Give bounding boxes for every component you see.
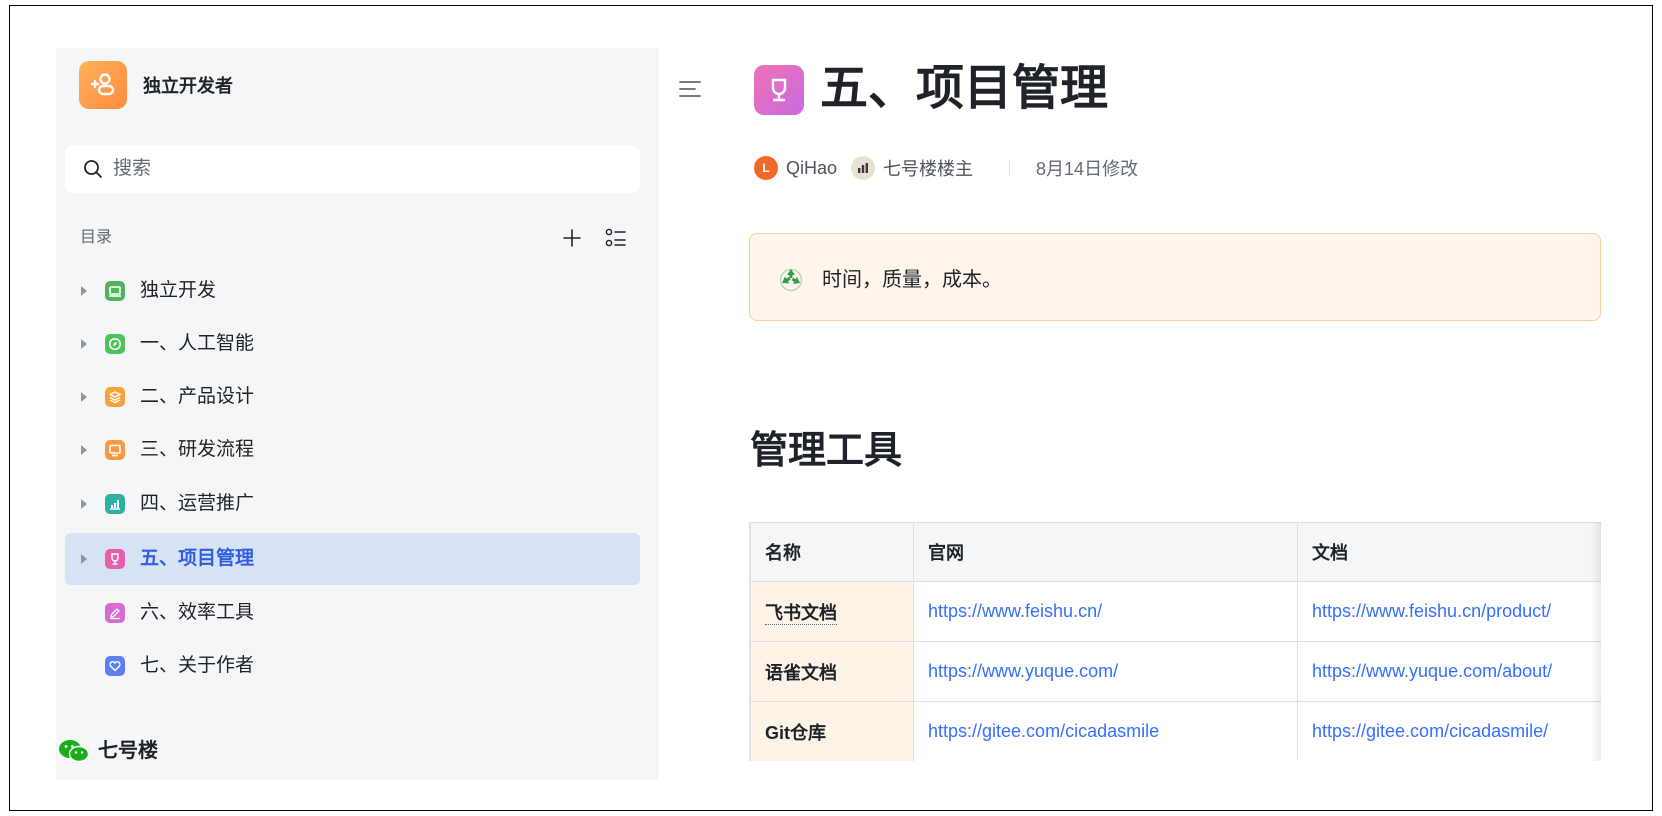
toc-label: 目录 [80,229,113,246]
sidebar-item-ai[interactable]: 一、人工智能 [65,318,640,370]
table-header-row: 名称 官网 文档 [750,522,1601,582]
sidebar-item-efficiency-tools[interactable]: 六、效率工具 [65,587,640,639]
table-cell[interactable]: https://www.feishu.cn/ [913,581,1298,642]
table-cell[interactable]: https://gitee.com/cicadasmile [913,701,1298,761]
website-link[interactable]: https://gitee.com/cicadasmile [928,721,1159,741]
expand-caret-icon[interactable] [81,554,87,564]
footer-label: 七号楼 [98,740,158,762]
sidebar-item-indie-dev[interactable]: 独立开发 [65,265,640,317]
workspace-logo-icon [90,73,115,96]
table-header-cell[interactable]: 官网 [913,522,1298,582]
search-box[interactable] [65,145,640,193]
sidebar-item-label: 四、运营推广 [140,493,255,514]
monitor-icon [105,440,125,460]
sidebar-footer[interactable]: 七号楼 [58,738,158,764]
trophy-icon [771,78,787,102]
expand-caret-icon[interactable] [81,392,87,402]
sidebar-item-label: 一、人工智能 [140,333,255,354]
edit-icon [105,603,125,623]
website-link[interactable]: https://www.feishu.cn/ [928,601,1102,621]
plus-icon [563,229,581,247]
list-tree-icon [605,228,626,247]
table-row: 飞书文档 https://www.feishu.cn/ https://www.… [750,581,1601,642]
sidebar-item-operations[interactable]: 四、运营推广 [65,478,640,530]
menu-icon [679,81,701,97]
workspace-title[interactable]: 独立开发者 [143,74,233,98]
sidebar-item-label: 三、研发流程 [140,439,255,460]
toc-options-button[interactable] [604,226,628,250]
docs-link[interactable]: https://www.yuque.com/about/ [1312,661,1552,681]
search-input[interactable] [113,158,613,180]
heart-icon [105,656,125,676]
table-header-cell[interactable]: 文档 [1297,522,1601,582]
table-cell[interactable]: https://gitee.com/cicadasmile/ [1297,701,1601,761]
callout-text[interactable]: 时间，质量，成本。 [822,267,1002,293]
table-row: 语雀文档 https://www.yuque.com/ https://www.… [750,641,1601,702]
recycle-icon [779,268,803,292]
author-name[interactable]: QiHao [786,158,837,179]
tool-name[interactable]: 飞书文档 [765,602,837,625]
table-cell[interactable]: 语雀文档 [750,641,914,702]
modified-time: 8月14日修改 [1036,159,1139,179]
trophy-icon [105,549,125,569]
toggle-outline-button[interactable] [678,78,702,100]
sidebar-item-label: 二、产品设计 [140,386,255,407]
sidebar-item-project-management[interactable]: 五、项目管理 [65,533,640,585]
sidebar-item-label: 五、项目管理 [140,548,255,569]
sidebar-item-label: 独立开发 [140,280,217,301]
table-cell[interactable]: https://www.yuque.com/ [913,641,1298,702]
layers-icon [105,387,125,407]
compass-icon [105,334,125,354]
laptop-icon [105,281,125,301]
expand-caret-icon[interactable] [81,499,87,509]
sidebar-item-about-author[interactable]: 七、关于作者 [65,640,640,692]
table-cell[interactable]: Git仓库 [750,701,914,761]
sidebar-item-dev-process[interactable]: 三、研发流程 [65,424,640,476]
expand-caret-icon[interactable] [81,339,87,349]
sidebar-item-label: 七、关于作者 [140,655,255,676]
table-cell[interactable]: 飞书文档 [750,581,914,642]
section-heading[interactable]: 管理工具 [750,429,902,473]
chart-icon [105,494,125,514]
table-cell[interactable]: https://www.yuque.com/about/ [1297,641,1601,702]
docs-link[interactable]: https://gitee.com/cicadasmile/ [1312,721,1548,741]
docs-link[interactable]: https://www.feishu.cn/product/ [1312,601,1551,621]
add-page-button[interactable] [560,226,584,250]
website-link[interactable]: https://www.yuque.com/ [928,661,1118,681]
table-header-cell[interactable]: 名称 [750,522,914,582]
tools-table: 名称 官网 文档 飞书文档 https://www.feishu.cn/ htt… [749,522,1601,761]
sidebar-item-label: 六、效率工具 [140,602,255,623]
sidebar-item-product-design[interactable]: 二、产品设计 [65,371,640,423]
page-icon[interactable] [754,65,804,115]
author-avatar[interactable]: L [754,156,778,180]
bar-chart-icon [858,163,869,173]
app-window: 独立开发者 目录 独立开发 [9,5,1653,811]
expand-caret-icon[interactable] [81,445,87,455]
workspace-logo[interactable] [79,61,127,109]
author-name[interactable]: 七号楼楼主 [883,155,973,181]
sidebar: 独立开发者 目录 独立开发 [56,48,658,780]
table-cell[interactable]: https://www.feishu.cn/product/ [1297,581,1601,642]
search-icon [84,160,102,178]
meta-divider [1009,160,1011,176]
author-avatar[interactable] [851,156,876,180]
table-row: Git仓库 https://gitee.com/cicadasmile http… [750,701,1601,761]
expand-caret-icon[interactable] [81,286,87,296]
page-title[interactable]: 五、项目管理 [820,61,1108,117]
wechat-icon [59,740,90,763]
doc-meta: L QiHao 七号楼楼主 8月14日修改 [754,156,1138,180]
callout-block[interactable]: 时间，质量，成本。 [749,233,1601,321]
